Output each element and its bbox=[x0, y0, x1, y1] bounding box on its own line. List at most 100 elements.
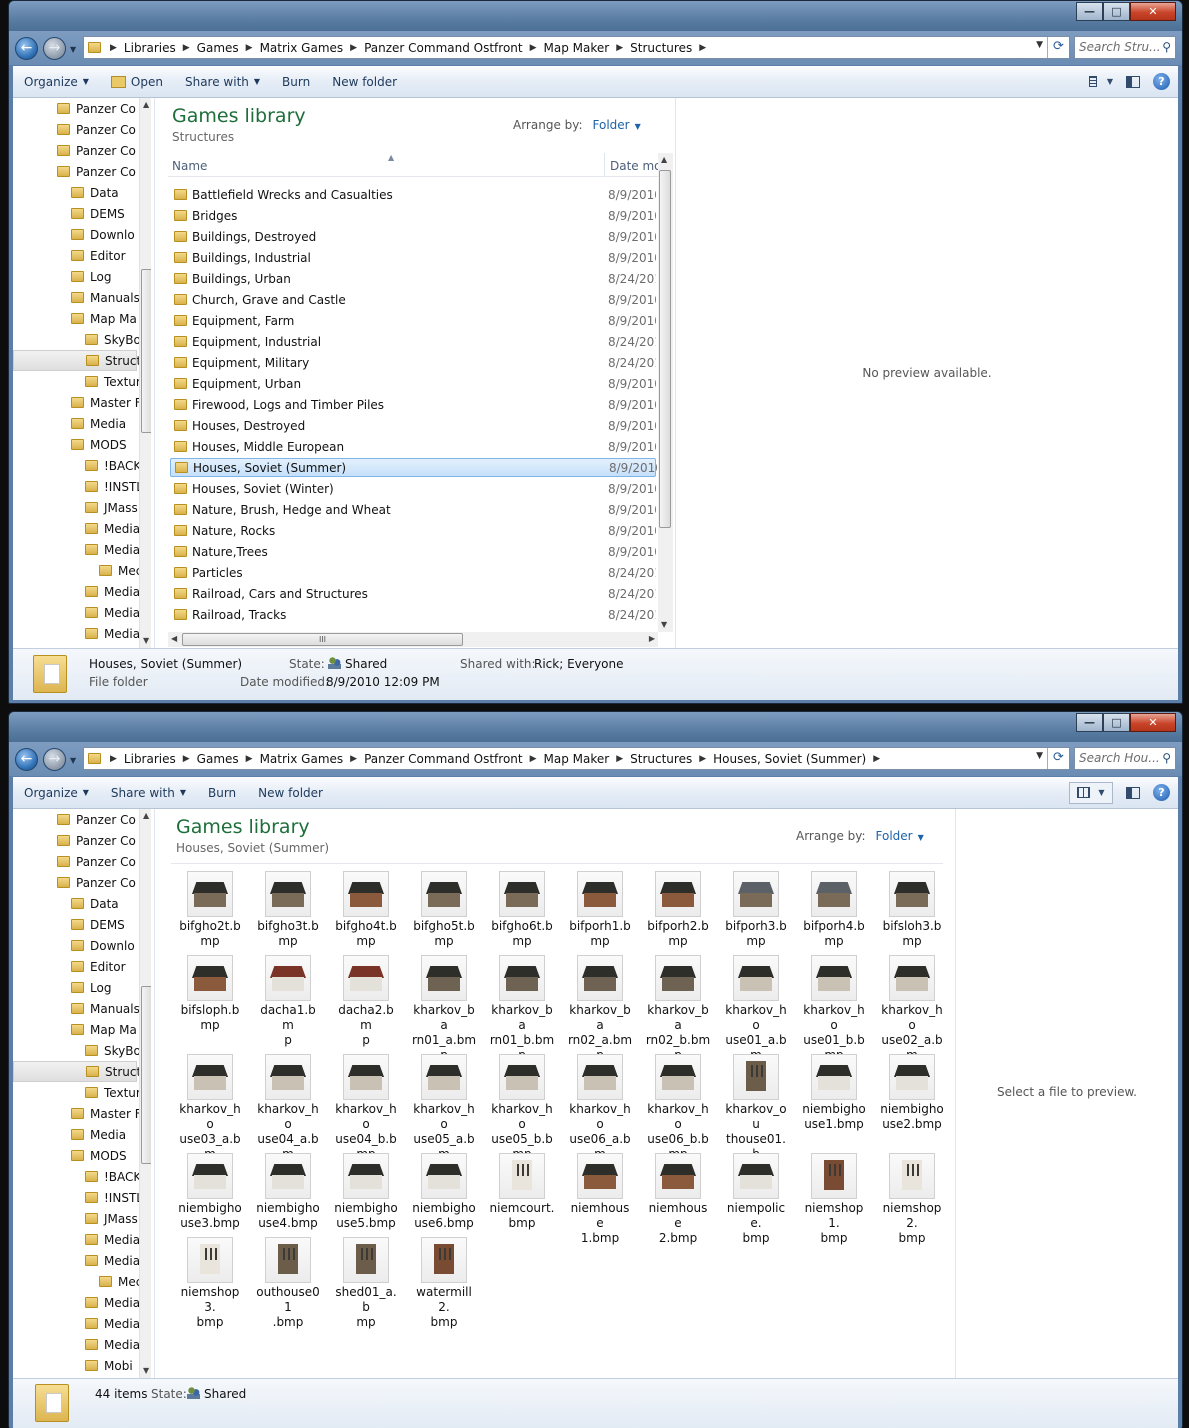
organize-button[interactable]: Organize ▼ bbox=[13, 75, 100, 89]
file-row[interactable]: Particles 8/24/201 bbox=[170, 563, 656, 582]
horizontal-scrollbar[interactable]: ◀ III ▶ bbox=[168, 632, 658, 647]
tree-item[interactable]: Panzer Co bbox=[57, 119, 136, 140]
file-list-scrollbar[interactable]: ▲ ▼ bbox=[658, 153, 673, 632]
tree-item[interactable]: MODS bbox=[71, 434, 127, 455]
tree-item[interactable]: Master F bbox=[71, 392, 142, 413]
tree-item[interactable]: Media bbox=[85, 1229, 140, 1250]
file-tile[interactable]: niempolice. bmp bbox=[717, 1153, 795, 1246]
column-name-header[interactable]: Name bbox=[172, 159, 207, 173]
breadcrumb-item[interactable]: Panzer Command Ostfront bbox=[364, 752, 523, 766]
file-row[interactable]: Buildings, Destroyed 8/9/2010 bbox=[170, 227, 656, 246]
file-tile[interactable]: niemshop3. bmp bbox=[171, 1237, 249, 1330]
tree-item[interactable]: Map Ma bbox=[71, 308, 137, 329]
forward-button[interactable]: → bbox=[43, 748, 66, 771]
file-tile[interactable]: bifgho6t.b mp bbox=[483, 871, 561, 949]
tree-item[interactable]: DEMS bbox=[71, 914, 125, 935]
tree-item[interactable]: Downlo bbox=[71, 224, 135, 245]
tree-item[interactable]: Mobi bbox=[85, 1355, 133, 1376]
file-row[interactable]: Church, Grave and Castle 8/9/2010 bbox=[170, 290, 656, 309]
tree-item[interactable]: Data bbox=[71, 182, 119, 203]
file-tile[interactable]: niembigho use3.bmp bbox=[171, 1153, 249, 1231]
file-row[interactable]: Equipment, Military 8/24/201 bbox=[170, 353, 656, 372]
scroll-down-arrow-icon[interactable]: ▼ bbox=[143, 636, 149, 645]
file-tile[interactable]: niemcourt. bmp bbox=[483, 1153, 561, 1231]
tree-item[interactable]: Panzer Co bbox=[57, 98, 136, 119]
tree-item[interactable]: Media bbox=[71, 413, 126, 434]
address-dropdown-icon[interactable]: ▼ bbox=[1036, 40, 1043, 50]
tree-item[interactable]: Struct bbox=[13, 1061, 141, 1082]
file-tile[interactable]: kharkov_barn02_b.bmp bbox=[639, 955, 717, 1063]
arrange-by[interactable]: Arrange by: Folder ▼ bbox=[796, 829, 924, 843]
file-row[interactable]: Houses, Middle European 8/9/2010 bbox=[170, 437, 656, 456]
navigation-scrollbar[interactable]: ▲ ▼ bbox=[139, 809, 151, 1378]
breadcrumb-arrow-icon[interactable]: ▶ bbox=[176, 754, 197, 764]
column-divider[interactable] bbox=[604, 153, 605, 177]
preview-pane-button[interactable] bbox=[1121, 71, 1145, 93]
back-button[interactable]: ← bbox=[15, 37, 38, 60]
file-tile[interactable]: niemhouse 2.bmp bbox=[639, 1153, 717, 1246]
tree-item[interactable]: DEMS bbox=[71, 203, 125, 224]
share-with-button[interactable]: Share with ▼ bbox=[100, 786, 197, 800]
scroll-down-arrow-icon[interactable]: ▼ bbox=[143, 1366, 149, 1375]
breadcrumb-item[interactable]: Libraries bbox=[124, 752, 176, 766]
tree-item[interactable]: MODS bbox=[71, 1145, 127, 1166]
file-tile[interactable]: kharkov_barn01_b.bmp bbox=[483, 955, 561, 1063]
shared-with-value[interactable]: Rick; Everyone bbox=[534, 657, 624, 671]
preview-pane-button[interactable] bbox=[1121, 782, 1145, 804]
scroll-up-arrow-icon[interactable]: ▲ bbox=[143, 811, 149, 820]
scrollbar-thumb[interactable]: III bbox=[182, 633, 463, 646]
file-row[interactable]: Railroad, Tracks 8/24/201 bbox=[170, 605, 656, 624]
breadcrumb-arrow-icon[interactable]: ▶ bbox=[103, 754, 124, 764]
arrange-by[interactable]: Arrange by: Folder ▼ bbox=[513, 118, 641, 132]
breadcrumb-arrow-icon[interactable]: ▶ bbox=[692, 43, 713, 53]
breadcrumb-item[interactable]: Panzer Command Ostfront bbox=[364, 41, 523, 55]
address-bar[interactable]: ▶ Libraries ▶ Games ▶ Matrix Games ▶ Panzer Co… bbox=[83, 747, 1070, 770]
file-tile[interactable]: dacha1.bm p bbox=[249, 955, 327, 1048]
minimize-button[interactable]: — bbox=[1076, 713, 1103, 732]
file-row[interactable]: Nature, Brush, Hedge and Wheat 8/9/2010 bbox=[170, 500, 656, 519]
tree-item[interactable]: Panzer Co bbox=[57, 872, 136, 893]
file-tile[interactable]: kharkov_barn02_a.bmp bbox=[561, 955, 639, 1063]
breadcrumb-item[interactable]: Games bbox=[197, 41, 239, 55]
maximize-button[interactable]: □ bbox=[1103, 2, 1130, 21]
file-tile[interactable]: bifsloh3.b mp bbox=[873, 871, 951, 949]
tree-item[interactable]: Media bbox=[85, 518, 140, 539]
file-tile[interactable]: niembigho use6.bmp bbox=[405, 1153, 483, 1231]
file-row[interactable]: Buildings, Urban 8/24/201 bbox=[170, 269, 656, 288]
file-tile[interactable]: kharkov_house04_b.bmp bbox=[327, 1054, 405, 1162]
file-tile[interactable]: niembigho use4.bmp bbox=[249, 1153, 327, 1231]
tree-item[interactable]: Panzer Co bbox=[57, 851, 136, 872]
scroll-up-arrow-icon[interactable]: ▲ bbox=[661, 155, 667, 164]
breadcrumb-arrow-icon[interactable]: ▶ bbox=[692, 754, 713, 764]
tree-item[interactable]: !INSTL bbox=[85, 1187, 143, 1208]
recent-pages-dropdown-icon[interactable]: ▼ bbox=[70, 45, 76, 54]
pane-splitter[interactable] bbox=[154, 809, 159, 1378]
file-row[interactable]: Houses, Soviet (Winter) 8/9/2010 bbox=[170, 479, 656, 498]
file-row[interactable]: Bridges 8/9/2010 bbox=[170, 206, 656, 225]
file-tile[interactable]: bifgho3t.b mp bbox=[249, 871, 327, 949]
scroll-down-arrow-icon[interactable]: ▼ bbox=[661, 620, 667, 629]
file-tile[interactable]: bifporh4.b mp bbox=[795, 871, 873, 949]
tree-item[interactable]: Media bbox=[85, 623, 140, 644]
organize-button[interactable]: Organize ▼ bbox=[13, 786, 100, 800]
burn-button[interactable]: Burn bbox=[271, 75, 321, 89]
tree-item[interactable]: Media bbox=[85, 1292, 140, 1313]
file-tile[interactable]: bifgho4t.b mp bbox=[327, 871, 405, 949]
file-tile[interactable]: bifporh2.b mp bbox=[639, 871, 717, 949]
breadcrumb-item[interactable]: Houses, Soviet (Summer) bbox=[713, 752, 866, 766]
tree-item[interactable]: Media bbox=[85, 1334, 140, 1355]
navigation-scrollbar[interactable]: ▲ ▼ bbox=[139, 98, 151, 648]
tree-item[interactable]: Media bbox=[85, 1250, 140, 1271]
tree-item[interactable]: Downlo bbox=[71, 935, 135, 956]
pane-splitter[interactable] bbox=[154, 98, 159, 648]
file-tile[interactable]: kharkov_barn01_a.bmp bbox=[405, 955, 483, 1063]
breadcrumb-item[interactable]: Map Maker bbox=[544, 752, 610, 766]
breadcrumb-item[interactable]: Structures bbox=[630, 41, 692, 55]
back-button[interactable]: ← bbox=[15, 748, 38, 771]
tree-item[interactable]: Editor bbox=[71, 956, 126, 977]
breadcrumb-arrow-icon[interactable]: ▶ bbox=[523, 43, 544, 53]
file-row[interactable]: Houses, Soviet (Summer) 8/9/2010 bbox=[170, 458, 657, 477]
file-row[interactable]: Battlefield Wrecks and Casualties 8/9/201… bbox=[170, 185, 656, 204]
file-tile[interactable]: watermill2. bmp bbox=[405, 1237, 483, 1330]
tree-item[interactable]: Panzer Co bbox=[57, 809, 136, 830]
